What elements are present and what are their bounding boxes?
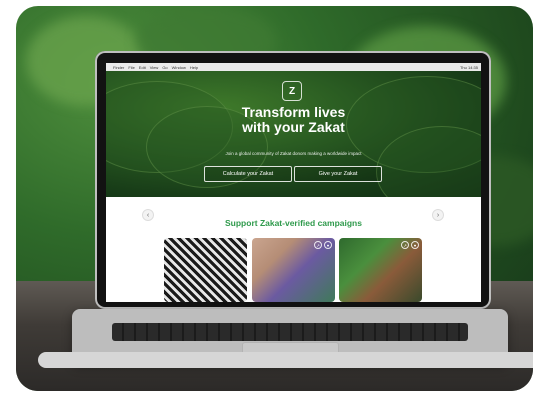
os-menubar: Finder File Edit View Go Window Help Thu… xyxy=(106,63,481,71)
menubar-item[interactable]: Go xyxy=(162,65,167,70)
heart-icon[interactable]: ♥ xyxy=(324,241,332,249)
menubar-item[interactable]: Finder xyxy=(113,65,124,70)
card-actions: ↗ ♥ xyxy=(401,241,419,249)
hero-title: Transform lives with your Zakat xyxy=(106,105,481,135)
menubar-item[interactable]: Help xyxy=(190,65,198,70)
carousel-prev-button[interactable]: ‹ xyxy=(142,209,154,221)
calculate-zakat-button[interactable]: Calculate your Zakat xyxy=(204,166,292,182)
card-actions: ↗ ♥ xyxy=(314,241,332,249)
hero-title-line1: Transform lives xyxy=(241,104,346,120)
hero-content: Z Transform lives with your Zakat Join a… xyxy=(106,71,481,197)
hero-section: Z Transform lives with your Zakat Join a… xyxy=(106,71,481,197)
chevron-right-icon: › xyxy=(436,211,440,219)
chevron-left-icon: ‹ xyxy=(146,211,150,219)
logo-letter: Z xyxy=(288,85,296,97)
give-zakat-button[interactable]: Give your Zakat xyxy=(294,166,382,182)
menubar-item[interactable]: File xyxy=(128,65,134,70)
menubar-status: Thu 14:35 xyxy=(460,65,478,70)
campaign-card[interactable]: ↗ ♥ xyxy=(339,238,422,302)
photo-frame: Finder File Edit View Go Window Help Thu… xyxy=(16,6,533,391)
laptop-screen: Finder File Edit View Go Window Help Thu… xyxy=(106,63,481,302)
carousel-next-button[interactable]: › xyxy=(432,209,444,221)
heart-icon[interactable]: ♥ xyxy=(411,241,419,249)
hero-title-line2: with your Zakat xyxy=(242,119,345,135)
keyboard-keys xyxy=(112,323,468,341)
campaign-card[interactable]: ↗ ♥ xyxy=(252,238,335,302)
menubar-item[interactable]: View xyxy=(150,65,159,70)
menubar-item[interactable]: Edit xyxy=(139,65,146,70)
menubar-item[interactable]: Window xyxy=(172,65,186,70)
laptop-front xyxy=(38,352,533,368)
share-icon[interactable]: ↗ xyxy=(314,241,322,249)
campaigns-section: Support Zakat-verified campaigns ↗ ♥ ↗ ♥ xyxy=(106,197,481,302)
campaigns-heading: Support Zakat-verified campaigns xyxy=(225,218,362,228)
clock-text: Thu 14:35 xyxy=(459,64,478,70)
zakat-logo-icon[interactable]: Z xyxy=(282,81,302,101)
hero-subtitle: Join a global community of Zakat donors … xyxy=(225,151,362,156)
campaign-card[interactable] xyxy=(164,238,247,302)
share-icon[interactable]: ↗ xyxy=(401,241,409,249)
